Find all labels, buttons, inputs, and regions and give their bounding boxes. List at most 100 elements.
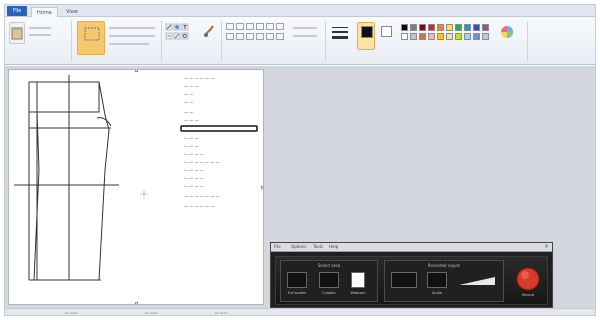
divider: [325, 21, 326, 61]
audio-button[interactable]: [427, 272, 447, 288]
measurement-text: — — — —: [184, 152, 204, 157]
divider: [527, 21, 528, 61]
custom-area-button[interactable]: [319, 272, 339, 288]
measurement-text: — — — — — —: [184, 204, 215, 209]
recorded-inputs-heading: Recorded inputs: [427, 263, 461, 268]
screen-input-button[interactable]: [391, 272, 417, 288]
triangle-shape-icon[interactable]: [266, 23, 274, 30]
tools-group[interactable]: [165, 23, 195, 45]
workspace: — — — — — — — — — — — — — — — — — — — — …: [5, 66, 595, 308]
recorder-menu-file[interactable]: File: [274, 244, 281, 249]
palette-swatch[interactable]: [401, 24, 408, 31]
edit-colors-button[interactable]: [493, 22, 521, 52]
color-wheel-icon: [501, 26, 513, 38]
color1-button[interactable]: [357, 22, 375, 50]
canvas-resize-handle[interactable]: [261, 186, 263, 189]
full-screen-button[interactable]: [287, 272, 307, 288]
tab-view[interactable]: View: [61, 7, 83, 17]
measurement-text: — — — —: [184, 176, 204, 181]
crop-button[interactable]: [109, 27, 155, 29]
diamond-shape-icon[interactable]: [256, 33, 264, 40]
heart-shape-icon[interactable]: [236, 33, 244, 40]
palette-swatch[interactable]: [419, 33, 426, 40]
paste-button[interactable]: [9, 22, 25, 44]
drawing-canvas[interactable]: — — — — — — — — — — — — — — — — — — — — …: [8, 69, 264, 305]
palette-swatch[interactable]: [446, 33, 453, 40]
ribbon-tab-bar: File Home View: [5, 5, 595, 17]
palette-swatch[interactable]: [410, 24, 417, 31]
palette-swatch[interactable]: [482, 33, 489, 40]
measurement-text: — —: [184, 92, 194, 97]
cut-button[interactable]: [29, 27, 51, 29]
color-picker-icon[interactable]: [173, 32, 181, 40]
hexagon-shape-icon[interactable]: [276, 33, 284, 40]
line-size-icon: [332, 27, 348, 39]
palette-swatch[interactable]: [464, 33, 471, 40]
palette-swatch[interactable]: [428, 24, 435, 31]
eraser-icon[interactable]: [165, 32, 173, 40]
palette-swatch[interactable]: [473, 33, 480, 40]
image-size: ▭ ▭▭: [215, 310, 228, 315]
fill-dropdown[interactable]: [293, 35, 317, 37]
palette-swatch[interactable]: [437, 33, 444, 40]
record-button[interactable]: [516, 267, 540, 291]
palette-swatch[interactable]: [446, 24, 453, 31]
palette-swatch[interactable]: [428, 33, 435, 40]
primary-color-swatch: [361, 26, 373, 38]
measurement-text: — —: [184, 100, 194, 105]
custom-area-label: Custom: [322, 291, 336, 295]
measurement-text: — —: [184, 110, 194, 115]
copy-button[interactable]: [29, 34, 51, 36]
measurement-text: — — — — — — —: [184, 160, 220, 165]
outline-dropdown[interactable]: [293, 27, 317, 29]
resize-button[interactable]: [109, 35, 155, 37]
measurement-text: — — —: [184, 84, 199, 89]
palette-swatch[interactable]: [464, 24, 471, 31]
volume-slider[interactable]: [457, 275, 497, 287]
oval-shape-icon[interactable]: [246, 23, 254, 30]
color2-button[interactable]: [379, 22, 395, 50]
file-menu-button[interactable]: File: [7, 6, 27, 16]
cursor-position: ▭ ▭▭: [65, 310, 78, 315]
brushes-button[interactable]: [201, 22, 217, 44]
pencil-icon[interactable]: [165, 23, 173, 31]
canvas-resize-handle[interactable]: [135, 302, 138, 304]
divider: [161, 21, 162, 61]
palette-swatch[interactable]: [455, 33, 462, 40]
palette-swatch[interactable]: [482, 24, 489, 31]
divider: [71, 21, 72, 61]
clipboard-icon: [11, 27, 23, 40]
select-tool-button[interactable]: [77, 21, 105, 55]
palette-swatch[interactable]: [419, 24, 426, 31]
palette-swatch[interactable]: [401, 33, 408, 40]
canvas-resize-handle[interactable]: [135, 70, 138, 72]
divider: [221, 21, 222, 61]
pentagon-shape-icon[interactable]: [266, 33, 274, 40]
curve-shape-icon[interactable]: [236, 23, 244, 30]
close-icon[interactable]: ×: [544, 243, 549, 250]
palette-swatch[interactable]: [437, 24, 444, 31]
secondary-color-swatch: [381, 26, 392, 37]
line-shape-icon[interactable]: [226, 23, 234, 30]
rectangle-shape-icon[interactable]: [256, 23, 264, 30]
palette-swatch[interactable]: [473, 24, 480, 31]
measurement-text: — — —: [184, 136, 199, 141]
callout-shape-icon[interactable]: [246, 33, 254, 40]
text-icon[interactable]: [181, 23, 189, 31]
fill-icon[interactable]: [173, 23, 181, 31]
ribbon: [5, 17, 595, 65]
select-icon: [84, 27, 100, 41]
palette-swatch[interactable]: [455, 24, 462, 31]
star-shape-icon[interactable]: [226, 33, 234, 40]
size-button[interactable]: [331, 23, 349, 47]
tab-home[interactable]: Home: [31, 7, 58, 17]
recorder-menu-options[interactable]: Options: [291, 244, 306, 249]
recorder-menu-help[interactable]: Help: [329, 244, 338, 249]
palette-swatch[interactable]: [410, 33, 417, 40]
recorder-menu-tools[interactable]: Tools: [313, 244, 323, 249]
record-label: Record: [521, 293, 535, 297]
rotate-button[interactable]: [109, 43, 149, 45]
magnifier-icon[interactable]: [181, 32, 189, 40]
arrow-shape-icon[interactable]: [276, 23, 284, 30]
webcam-button[interactable]: [351, 272, 365, 288]
